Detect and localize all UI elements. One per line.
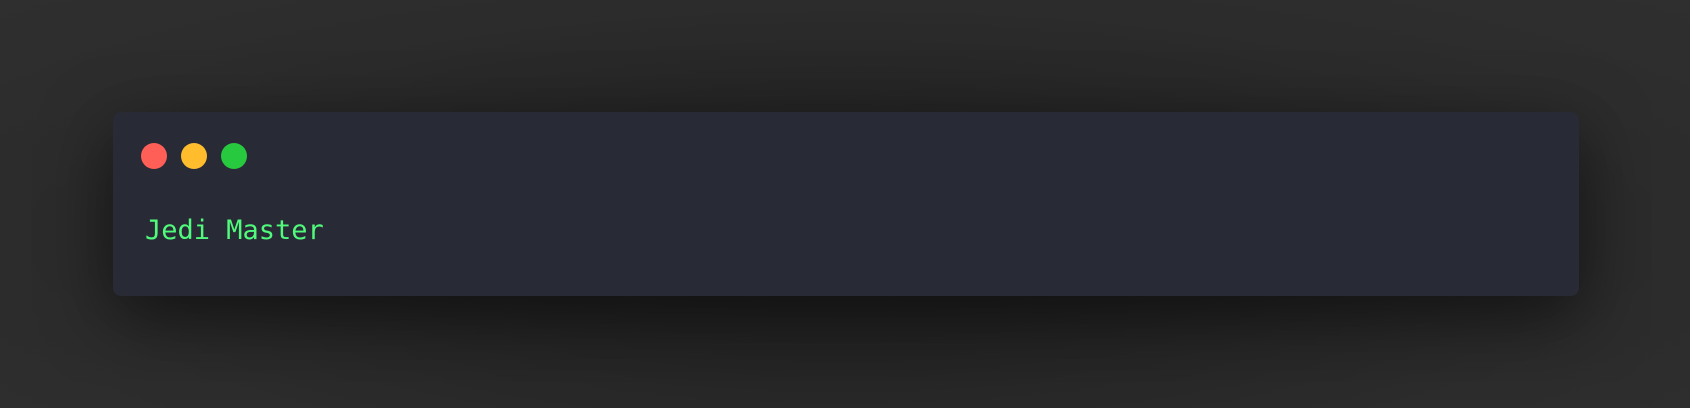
minimize-window-icon[interactable] <box>181 143 207 169</box>
close-window-icon[interactable] <box>141 143 167 169</box>
terminal-output-text: Jedi Master <box>145 215 324 246</box>
terminal-window: Jedi Master <box>113 112 1579 296</box>
window-controls <box>141 143 247 169</box>
zoom-window-icon[interactable] <box>221 143 247 169</box>
